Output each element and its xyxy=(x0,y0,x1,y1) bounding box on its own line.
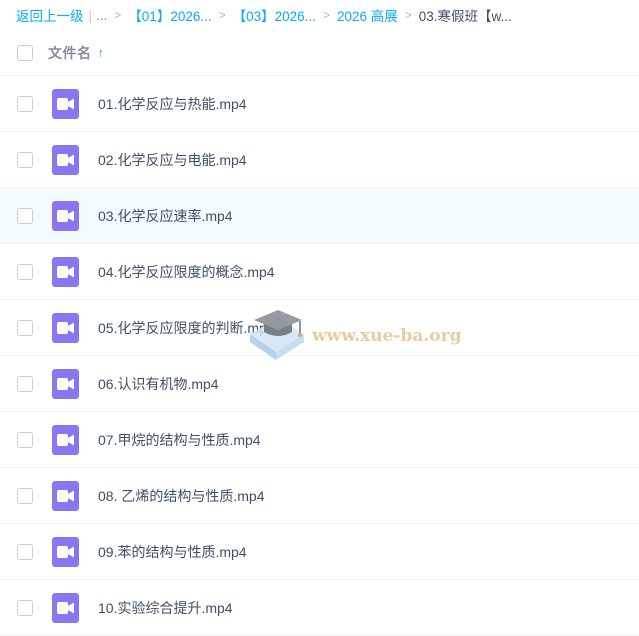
list-item[interactable]: 06.认识有机物.mp4 xyxy=(0,356,639,412)
video-file-icon xyxy=(52,200,79,231)
breadcrumb-current: 03.寒假班【w... xyxy=(418,9,512,24)
select-all-checkbox[interactable] xyxy=(17,44,33,61)
list-item[interactable]: 03.化学反应速率.mp4 xyxy=(0,188,639,244)
list-item[interactable]: 05.化学反应限度的判断.mp4 xyxy=(0,300,639,356)
breadcrumb-ellipsis[interactable]: ... xyxy=(96,8,107,23)
list-header: 文件名 ↑ xyxy=(0,30,639,76)
breadcrumb-separator-icon: > xyxy=(322,8,330,22)
row-checkbox[interactable] xyxy=(17,207,33,224)
video-file-icon xyxy=(52,536,79,567)
file-name[interactable]: 04.化学反应限度的概念.mp4 xyxy=(98,262,275,282)
list-item[interactable]: 09.苯的结构与性质.mp4 xyxy=(0,524,639,580)
video-file-icon xyxy=(52,424,79,455)
breadcrumb-divider: | xyxy=(88,7,93,23)
row-checkbox[interactable] xyxy=(17,263,33,280)
file-name[interactable]: 06.认识有机物.mp4 xyxy=(98,374,219,394)
breadcrumb-separator-icon: > xyxy=(218,8,226,22)
video-file-icon xyxy=(52,144,79,175)
list-item[interactable]: 10.实验综合提升.mp4 xyxy=(0,580,639,636)
file-name[interactable]: 10.实验综合提升.mp4 xyxy=(98,598,233,618)
file-browser: 返回上一级 | ... > 【01】2026... > 【03】2026... … xyxy=(0,0,639,636)
breadcrumb-separator-icon: > xyxy=(404,8,412,22)
row-checkbox[interactable] xyxy=(17,151,33,168)
video-file-icon xyxy=(52,368,79,399)
breadcrumb-item-3[interactable]: 2026 高展 xyxy=(337,5,398,25)
list-item[interactable]: 02.化学反应与电能.mp4 xyxy=(0,132,639,188)
file-name[interactable]: 03.化学反应速率.mp4 xyxy=(98,206,233,226)
column-header-filename[interactable]: 文件名 xyxy=(48,43,92,63)
row-checkbox[interactable] xyxy=(17,487,33,504)
row-checkbox[interactable] xyxy=(17,599,33,616)
file-list: 01.化学反应与热能.mp4 02.化学反应与电能.mp4 03.化学反应速率.… xyxy=(0,76,639,636)
file-name[interactable]: 08. 乙烯的结构与性质.mp4 xyxy=(98,486,264,506)
back-link[interactable]: 返回上一级 xyxy=(16,5,84,25)
row-checkbox[interactable] xyxy=(17,95,33,112)
breadcrumb-separator-icon: > xyxy=(114,8,122,22)
file-name[interactable]: 01.化学反应与热能.mp4 xyxy=(98,94,247,114)
video-file-icon xyxy=(52,312,79,343)
file-name[interactable]: 05.化学反应限度的判断.mp4 xyxy=(98,318,275,338)
video-file-icon xyxy=(52,480,79,511)
breadcrumb-item-1[interactable]: 【01】2026... xyxy=(128,5,211,25)
file-name[interactable]: 07.甲烷的结构与性质.mp4 xyxy=(98,430,261,450)
list-item[interactable]: 07.甲烷的结构与性质.mp4 xyxy=(0,412,639,468)
list-item[interactable]: 08. 乙烯的结构与性质.mp4 xyxy=(0,468,639,524)
video-file-icon xyxy=(52,256,79,287)
row-checkbox[interactable] xyxy=(17,431,33,448)
video-file-icon xyxy=(52,88,79,119)
breadcrumb: 返回上一级 | ... > 【01】2026... > 【03】2026... … xyxy=(0,0,639,30)
list-item[interactable]: 04.化学反应限度的概念.mp4 xyxy=(0,244,639,300)
row-checkbox[interactable] xyxy=(17,375,33,392)
row-checkbox[interactable] xyxy=(17,319,33,336)
file-name[interactable]: 09.苯的结构与性质.mp4 xyxy=(98,542,247,562)
arrow-up-icon[interactable]: ↑ xyxy=(98,45,105,60)
video-file-icon xyxy=(52,592,79,623)
file-name[interactable]: 02.化学反应与电能.mp4 xyxy=(98,150,247,170)
breadcrumb-item-2[interactable]: 【03】2026... xyxy=(233,5,316,25)
list-item[interactable]: 01.化学反应与热能.mp4 xyxy=(0,76,639,132)
row-checkbox[interactable] xyxy=(17,543,33,560)
